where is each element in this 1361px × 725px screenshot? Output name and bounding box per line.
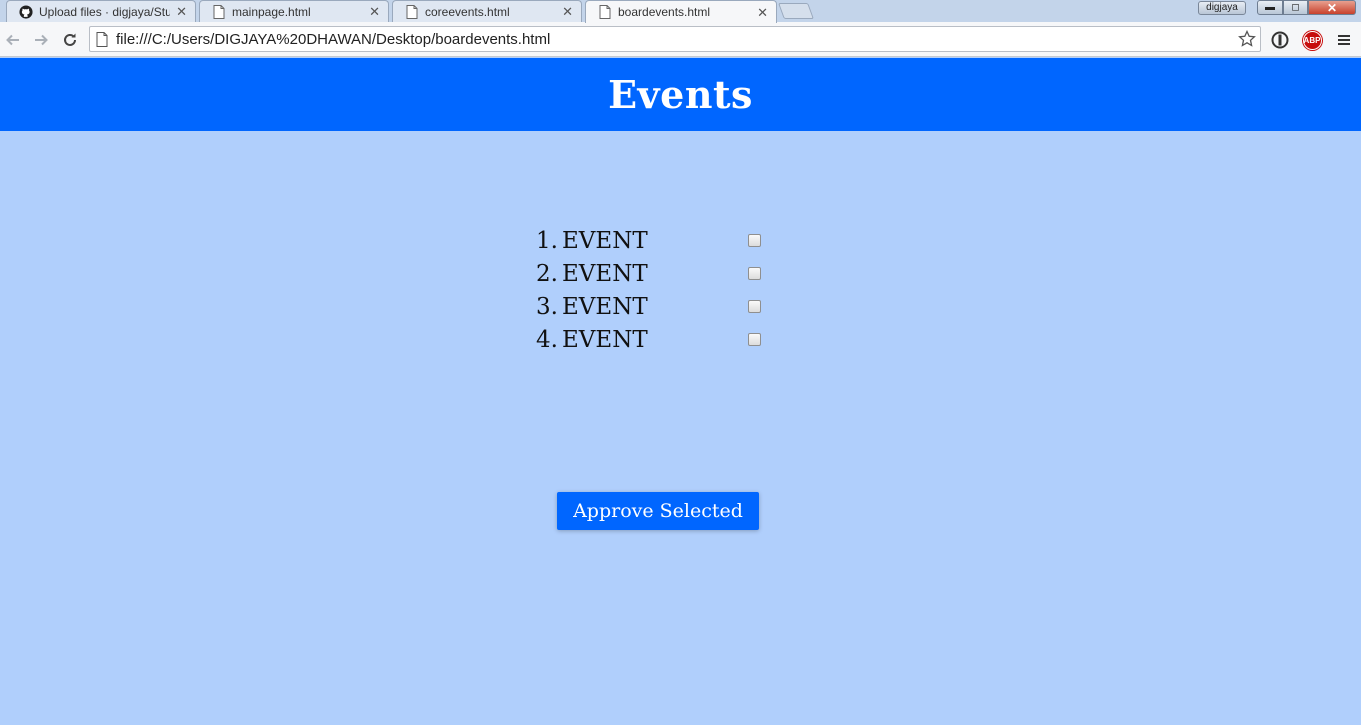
event-checkbox[interactable] bbox=[748, 234, 761, 247]
minimize-button[interactable]: ▬ bbox=[1257, 0, 1283, 15]
event-number: 4. bbox=[536, 326, 558, 353]
adblock-plus-icon: ABP bbox=[1302, 30, 1322, 50]
extension-button[interactable] bbox=[1270, 30, 1290, 50]
tab-title: Upload files · digjaya/Stuc bbox=[39, 4, 171, 19]
event-label: EVENT bbox=[562, 326, 648, 353]
list-item: 2. EVENT bbox=[520, 257, 780, 290]
event-list: 1. EVENT 2. EVENT 3. EVENT 4. EVENT bbox=[520, 224, 780, 356]
event-number: 1. bbox=[536, 227, 558, 254]
event-number: 3. bbox=[536, 293, 558, 320]
tab-title: mainpage.html bbox=[232, 4, 311, 19]
tab-close-icon[interactable]: ✕ bbox=[562, 5, 573, 18]
tab-title: coreevents.html bbox=[425, 4, 510, 19]
event-number: 2. bbox=[536, 260, 558, 287]
bookmark-star-icon[interactable] bbox=[1238, 29, 1256, 48]
list-item: 3. EVENT bbox=[520, 290, 780, 323]
address-bar[interactable]: file:///C:/Users/DIGJAYA%20DHAWAN/Deskto… bbox=[89, 26, 1261, 52]
page-icon bbox=[96, 31, 110, 47]
page-title: Events bbox=[608, 72, 753, 117]
forward-arrow-icon bbox=[35, 34, 48, 46]
new-tab-button[interactable] bbox=[778, 3, 814, 19]
tab-upload-files[interactable]: Upload files · digjaya/Stuc ✕ bbox=[6, 0, 196, 22]
list-item: 1. EVENT bbox=[520, 224, 780, 257]
tab-boardevents[interactable]: boardevents.html ✕ bbox=[585, 0, 777, 23]
event-checkbox[interactable] bbox=[748, 267, 761, 280]
profile-button[interactable]: digjaya bbox=[1198, 1, 1246, 15]
github-icon bbox=[19, 4, 33, 19]
event-checkbox[interactable] bbox=[748, 333, 761, 346]
page-icon bbox=[405, 4, 419, 19]
browser-toolbar: file:///C:/Users/DIGJAYA%20DHAWAN/Deskto… bbox=[0, 22, 1361, 57]
forward-button[interactable] bbox=[31, 30, 51, 50]
chrome-menu-button[interactable] bbox=[1334, 30, 1354, 50]
event-checkbox[interactable] bbox=[748, 300, 761, 313]
approve-selected-button[interactable]: Approve Selected bbox=[557, 492, 759, 530]
event-label: EVENT bbox=[562, 227, 648, 254]
event-label: EVENT bbox=[562, 293, 648, 320]
reload-button[interactable] bbox=[60, 30, 80, 50]
reload-icon bbox=[64, 33, 76, 46]
event-label: EVENT bbox=[562, 260, 648, 287]
maximize-button[interactable]: ◻ bbox=[1283, 0, 1308, 15]
close-window-button[interactable]: ✕ bbox=[1308, 0, 1356, 15]
page-header: Events bbox=[0, 58, 1361, 131]
tab-title: boardevents.html bbox=[618, 5, 711, 19]
tab-close-icon[interactable]: ✕ bbox=[369, 5, 380, 18]
adblock-plus-button[interactable]: ABP bbox=[1302, 30, 1322, 50]
hamburger-menu-icon bbox=[1338, 35, 1350, 45]
extension-icon bbox=[1271, 31, 1289, 49]
list-item: 4. EVENT bbox=[520, 323, 780, 356]
tab-strip: Upload files · digjaya/Stuc ✕ mainpage.h… bbox=[0, 0, 1361, 23]
address-text: file:///C:/Users/DIGJAYA%20DHAWAN/Deskto… bbox=[116, 30, 551, 48]
tab-coreevents[interactable]: coreevents.html ✕ bbox=[392, 0, 582, 22]
back-arrow-icon bbox=[6, 34, 19, 46]
page-icon bbox=[598, 5, 612, 19]
tab-close-icon[interactable]: ✕ bbox=[757, 6, 768, 19]
page-icon bbox=[212, 4, 226, 19]
tab-mainpage[interactable]: mainpage.html ✕ bbox=[199, 0, 389, 22]
tab-close-icon[interactable]: ✕ bbox=[176, 5, 187, 18]
back-button[interactable] bbox=[3, 30, 23, 50]
